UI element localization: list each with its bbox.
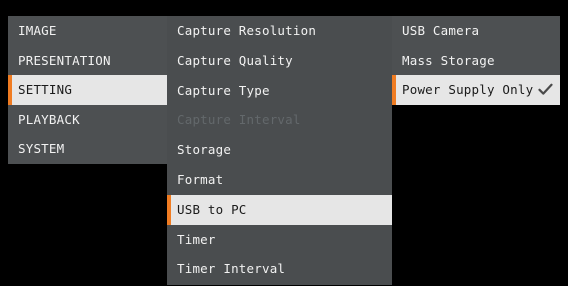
main-menu-item-image[interactable]: IMAGE: [8, 16, 167, 46]
usb-option-usb-camera[interactable]: USB Camera: [392, 16, 560, 46]
checkmark-icon: [538, 75, 554, 105]
usb-option-mass-storage[interactable]: Mass Storage: [392, 46, 560, 76]
main-menu-item-playback[interactable]: PLAYBACK: [8, 105, 167, 135]
main-menu-item-system[interactable]: SYSTEM: [8, 134, 167, 164]
setting-item-capture-interval: Capture Interval: [177, 112, 301, 128]
setting-item-capture-resolution[interactable]: Capture Resolution: [167, 16, 392, 46]
setting-item-capture-type[interactable]: Capture Type: [167, 76, 392, 106]
usb-option-label: USB Camera: [402, 23, 480, 38]
usb-option-label: Mass Storage: [402, 52, 495, 68]
usb-option-power-supply-only[interactable]: Power Supply Only: [392, 75, 560, 105]
main-menu-item-setting[interactable]: SETTING: [8, 75, 167, 105]
usb-option-label: Power Supply Only: [402, 82, 534, 98]
setting-submenu: Capture Resolution Capture Quality Captu…: [167, 16, 392, 285]
main-menu: IMAGE PRESENTATION SETTING PLAYBACK SYST…: [8, 16, 167, 164]
setting-item-storage[interactable]: Storage: [167, 135, 392, 165]
setting-item-format[interactable]: Format: [167, 165, 392, 195]
setting-item-capture-quality[interactable]: Capture Quality: [167, 46, 392, 76]
main-menu-item-presentation[interactable]: PRESENTATION: [8, 46, 167, 76]
setting-item-timer[interactable]: Timer: [167, 225, 392, 255]
osd-screen: IMAGE PRESENTATION SETTING PLAYBACK SYST…: [0, 0, 568, 286]
setting-item-timer-interval[interactable]: Timer Interval: [167, 254, 392, 284]
setting-item-usb-to-pc[interactable]: USB to PC: [167, 194, 392, 225]
usb-to-pc-options: USB Camera Mass Storage Power Supply Onl…: [392, 16, 560, 105]
